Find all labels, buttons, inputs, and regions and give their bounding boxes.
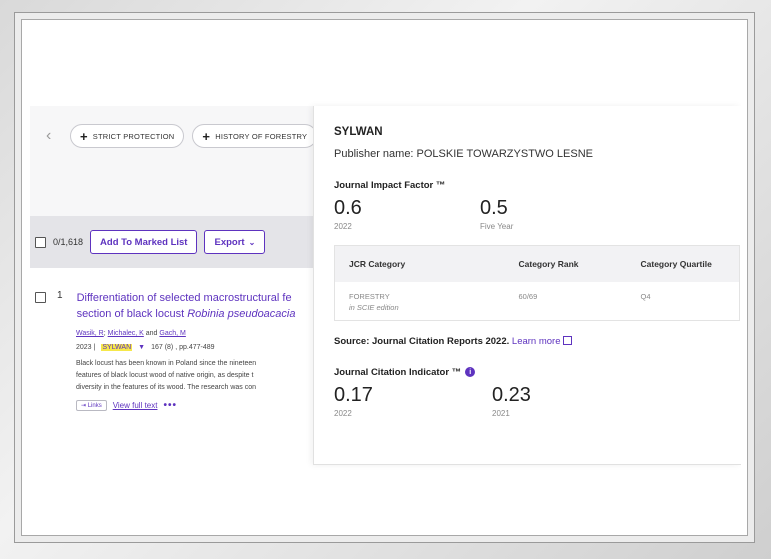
- record-checkbox[interactable]: [35, 292, 46, 303]
- publisher-name: Publisher name: POLSKIE TOWARZYSTWO LESN…: [334, 148, 593, 160]
- table-row: FORESTRY in SCIE edition 60/69 Q4: [335, 282, 740, 321]
- jci-2021: 0.23 2021: [492, 383, 531, 418]
- chevron-down-icon: ⌄: [248, 237, 256, 247]
- col-jcr-category: JCR Category: [334, 245, 505, 282]
- chevron-left-icon[interactable]: ‹: [46, 127, 62, 145]
- select-all-checkbox[interactable]: [35, 236, 46, 248]
- record-meta: 2023 | SYLWAN ▼ 167 (8) , pp.477-489: [76, 344, 215, 351]
- add-to-marked-list-button[interactable]: Add To Marked List: [90, 230, 198, 254]
- record-details: Wasik, R; Michalec, K and Gach, M 2023 |…: [76, 330, 320, 411]
- links-button[interactable]: ⇥ Links: [76, 400, 107, 411]
- view-full-text-link[interactable]: View full text: [113, 401, 158, 410]
- jif-metrics: 0.6 2022 0.5 Five Year: [334, 197, 741, 231]
- journal-name: SYLWAN: [334, 126, 383, 138]
- record-title[interactable]: Differentiation of selected macrostructu…: [77, 290, 296, 322]
- col-category-rank: Category Rank: [504, 245, 627, 282]
- col-category-quartile: Category Quartile: [626, 245, 740, 282]
- filter-chip-row: ‹ + STRICT PROTECTION + HISTORY OF FORES…: [30, 106, 320, 166]
- external-link-icon: [562, 335, 572, 345]
- results-area: ‹ + STRICT PROTECTION + HISTORY OF FORES…: [30, 26, 320, 464]
- jci-metrics: 0.17 2022 0.23 2021: [334, 384, 741, 418]
- list-item: 1 Differentiation of selected macrostruc…: [30, 268, 320, 464]
- journal-info-popup: SYLWAN Publisher name: POLSKIE TOWARZYST…: [313, 106, 741, 465]
- record-abstract: Black locust has been known in Poland si…: [76, 360, 257, 391]
- category-edition: in SCIE edition: [349, 302, 399, 312]
- record-actions: ⇥ Links View full text •••: [76, 400, 320, 411]
- record-number: 1: [57, 290, 63, 301]
- results-toolbar: 0/1,618 Add To Marked List Export ⌄: [30, 216, 320, 268]
- caret-down-icon[interactable]: ▼: [138, 344, 145, 351]
- plus-icon: +: [80, 128, 88, 144]
- info-icon[interactable]: i: [465, 367, 476, 377]
- export-button[interactable]: Export ⌄: [204, 230, 266, 254]
- jif-heading: Journal Impact Factor ™: [334, 180, 446, 191]
- jci-heading: Journal Citation Indicator ™ i: [334, 367, 741, 378]
- plus-icon: +: [202, 128, 211, 144]
- category-name: FORESTRY: [349, 291, 390, 301]
- record-authors: Wasik, R; Michalec, K and Gach, M: [76, 330, 186, 337]
- category-quartile: Q4: [640, 291, 651, 301]
- panel-divider: [314, 464, 741, 465]
- jif-2022: 0.6 2022: [334, 197, 362, 231]
- journal-link[interactable]: SYLWAN: [101, 344, 133, 351]
- learn-more-link[interactable]: Learn more: [512, 335, 572, 347]
- chip-strict-protection[interactable]: + STRICT PROTECTION: [70, 124, 185, 148]
- selected-count: 0/1,618: [53, 237, 84, 247]
- screen: ‹ + STRICT PROTECTION + HISTORY OF FORES…: [30, 26, 741, 531]
- source-line: Source: Journal Citation Reports 2022. L…: [334, 335, 741, 347]
- chip-history-of-forestry[interactable]: + HISTORY OF FORESTRY: [192, 124, 318, 148]
- jif-five-year: 0.5 Five Year: [480, 197, 514, 231]
- jci-2022: 0.17 2022: [334, 383, 373, 418]
- jcr-category-table: JCR Category Category Rank Category Quar…: [334, 245, 740, 321]
- category-rank: 60/69: [518, 291, 538, 301]
- more-options-icon[interactable]: •••: [163, 400, 177, 411]
